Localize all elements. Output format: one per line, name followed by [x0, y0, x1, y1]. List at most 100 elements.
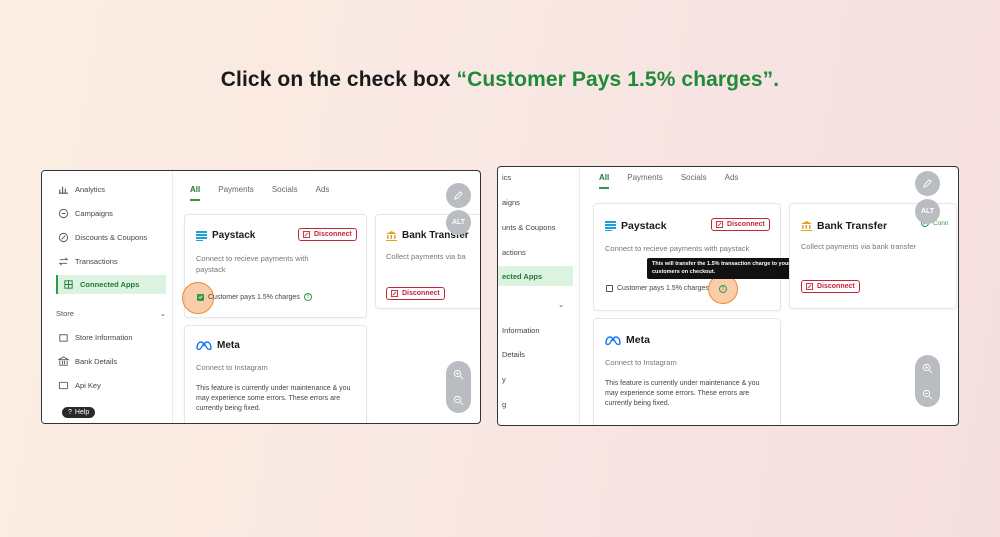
- sidebar-item-label: Bank Details: [75, 357, 118, 366]
- bank-description: Collect payments via ba: [386, 252, 466, 261]
- info-icon[interactable]: !: [719, 285, 727, 293]
- disconnect-icon: [806, 283, 813, 290]
- zoom-out-icon[interactable]: [922, 389, 933, 400]
- tab-all[interactable]: All: [599, 173, 610, 189]
- analytics-icon: [58, 184, 69, 195]
- sidebar-item-transactions[interactable]: Transactions: [58, 256, 118, 267]
- info-tooltip: This will transfer the 1.5% transaction …: [647, 258, 802, 280]
- bank-logo-icon: [386, 230, 397, 241]
- sidebar-item-connected-apps[interactable]: Connected Apps: [56, 275, 166, 294]
- sidebar-item-campaigns[interactable]: Campaigns: [58, 208, 113, 219]
- tab-ads[interactable]: Ads: [316, 185, 330, 201]
- bank-icon: [58, 356, 69, 367]
- help-button[interactable]: ? Help: [62, 407, 96, 418]
- sidebar-item-api-key[interactable]: Api Key: [58, 380, 101, 391]
- tab-bar: All Payments Socials Ads: [190, 185, 329, 201]
- meta-card: Meta Connect to Instagram This feature i…: [593, 318, 781, 425]
- disconnect-label: Disconnect: [727, 221, 765, 228]
- paystack-card: Paystack Disconnect Connect to recieve p…: [182, 214, 367, 318]
- chevron-down-icon[interactable]: ⌄: [558, 300, 564, 309]
- sidebar-item-campaigns[interactable]: aigns: [502, 198, 520, 207]
- paystack-logo-icon: [196, 230, 207, 241]
- sidebar-section-store[interactable]: Store ⌄: [56, 309, 166, 318]
- bank-title-text: Bank Transfer: [817, 220, 888, 232]
- chevron-down-icon: ⌄: [159, 309, 166, 318]
- paystack-description: Connect to recieve payments with paystac…: [605, 244, 750, 253]
- sidebar-item-bank-details[interactable]: Bank Details: [58, 356, 117, 367]
- help-icon: ?: [68, 409, 72, 416]
- zoom-controls: [446, 361, 471, 413]
- sidebar-item-store-information[interactable]: Store Information: [58, 332, 133, 343]
- sidebar-item-misc[interactable]: g: [502, 400, 506, 409]
- campaigns-icon: [58, 208, 69, 219]
- screenshot-step-2: ics aigns unts & Coupons actions ected A…: [497, 166, 959, 426]
- paystack-card: Paystack Disconnect Connect to recieve p…: [593, 203, 802, 311]
- edit-fab[interactable]: [915, 171, 940, 196]
- sidebar-item-analytics[interactable]: Analytics: [58, 184, 105, 195]
- sidebar-item-label: Store Information: [75, 333, 133, 342]
- tab-bar: All Payments Socials Ads: [599, 173, 738, 189]
- disconnect-label: Disconnect: [402, 290, 440, 297]
- alt-fab[interactable]: ALT: [446, 210, 471, 235]
- transactions-icon: [58, 256, 69, 267]
- zoom-controls: [915, 355, 940, 407]
- sidebar-item-label: Api Key: [75, 381, 101, 390]
- sidebar-item-bank-details[interactable]: Details: [502, 350, 525, 359]
- pencil-icon: [454, 191, 463, 200]
- sidebar-item-discounts[interactable]: Discounts & Coupons: [58, 232, 147, 243]
- meta-title-text: Meta: [626, 334, 650, 346]
- disconnect-label: Disconnect: [817, 283, 855, 290]
- meta-title: Meta: [196, 340, 240, 351]
- edit-fab[interactable]: [446, 183, 471, 208]
- disconnect-icon: [716, 221, 723, 228]
- meta-logo-icon: [196, 341, 212, 350]
- paystack-logo-icon: [605, 221, 616, 231]
- bank-disconnect-button[interactable]: Disconnect: [386, 287, 445, 300]
- sidebar-item-api-key[interactable]: y: [502, 375, 506, 384]
- meta-card: Meta Connect to Instagram This feature i…: [184, 325, 367, 423]
- sidebar-item-label: Analytics: [75, 185, 106, 194]
- customer-pays-checkbox-row[interactable]: Customer pays 1.5% charges !: [197, 293, 312, 301]
- paystack-disconnect-button[interactable]: Disconnect: [298, 228, 357, 241]
- customer-pays-checkbox-row[interactable]: Customer pays 1.5% charges: [606, 285, 709, 292]
- zoom-out-icon[interactable]: [453, 395, 464, 406]
- paystack-title-text: Paystack: [621, 220, 667, 232]
- discount-icon: [58, 232, 69, 243]
- tab-ads[interactable]: Ads: [725, 173, 739, 189]
- sidebar: ics aigns unts & Coupons actions ected A…: [498, 167, 580, 425]
- disconnect-label: Disconnect: [314, 231, 352, 238]
- sidebar-item-store-information[interactable]: Information: [502, 326, 540, 335]
- alt-fab[interactable]: ALT: [915, 199, 940, 224]
- tab-socials[interactable]: Socials: [681, 173, 707, 189]
- sidebar-item-transactions[interactable]: actions: [502, 248, 526, 257]
- sidebar-item-label: Transactions: [75, 257, 118, 266]
- tab-socials[interactable]: Socials: [272, 185, 298, 201]
- disconnect-icon: [391, 290, 398, 297]
- bank-transfer-title: Bank Transfer: [801, 220, 887, 232]
- sidebar-item-discounts[interactable]: unts & Coupons: [502, 223, 555, 232]
- zoom-in-icon[interactable]: [453, 369, 464, 380]
- tab-payments[interactable]: Payments: [218, 185, 254, 201]
- key-icon: [58, 380, 69, 391]
- paystack-disconnect-button[interactable]: Disconnect: [711, 218, 770, 231]
- instruction-prefix: Click on the check box: [220, 68, 457, 91]
- sidebar-item-analytics[interactable]: ics: [502, 173, 511, 182]
- instruction-heading: Click on the check box “Customer Pays 1.…: [0, 68, 1000, 92]
- info-icon[interactable]: !: [303, 293, 312, 301]
- section-title: Store: [56, 309, 74, 318]
- checkbox-label: Customer pays 1.5% charges: [617, 285, 709, 292]
- checkbox-label: Customer pays 1.5% charges: [208, 293, 300, 301]
- bank-description: Collect payments via bank transfer: [801, 242, 917, 251]
- disconnect-icon: [303, 231, 310, 238]
- meta-description: Connect to Instagram: [605, 358, 677, 367]
- bank-disconnect-button[interactable]: Disconnect: [801, 280, 860, 293]
- zoom-in-icon[interactable]: [922, 363, 933, 374]
- customer-pays-checkbox[interactable]: [606, 285, 613, 292]
- meta-logo-icon: [605, 335, 621, 345]
- customer-pays-checkbox[interactable]: [197, 293, 204, 301]
- tab-payments[interactable]: Payments: [627, 173, 663, 189]
- sidebar-item-connected-apps[interactable]: ected Apps: [498, 266, 573, 286]
- tab-all[interactable]: All: [190, 185, 201, 201]
- meta-note: This feature is currently under maintena…: [605, 380, 760, 408]
- sidebar-item-label: Connected Apps: [80, 280, 140, 289]
